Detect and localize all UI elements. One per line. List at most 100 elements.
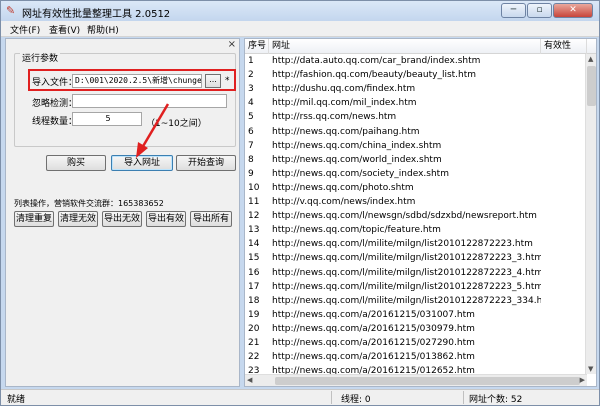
close-button[interactable]: ✕ — [553, 3, 593, 18]
table-row[interactable]: 17 http://news.qq.com/l/milite/milgn/list… — [245, 280, 587, 294]
cell-index: 3 — [248, 84, 254, 95]
threads-label: 线程数量： — [32, 117, 78, 127]
url-table: 序号 网址 有效性 1 http://data.auto.qq.com/car_b… — [244, 38, 597, 387]
header-valid[interactable]: 有效性 — [541, 39, 587, 54]
cell-url: http://news.qq.com/photo.shtm — [272, 182, 414, 193]
table-row[interactable]: 23 http://news.qq.com/a/20161215/012652.h… — [245, 364, 587, 374]
table-row[interactable]: 18 http://news.qq.com/l/milite/milgn/list… — [245, 294, 587, 308]
cell-index: 5 — [248, 112, 254, 123]
cell-url: http://news.qq.com/a/20161215/012652.htm — [272, 366, 475, 374]
cell-index: 8 — [248, 154, 254, 165]
menu-bar: 文件(F) 查看(V) 帮助(H) — [1, 21, 599, 37]
cell-index: 7 — [248, 140, 254, 151]
cell-valid — [541, 336, 587, 350]
table-row[interactable]: 13 http://news.qq.com/topic/feature.htm — [245, 223, 587, 237]
cell-url: http://news.qq.com/l/milite/milgn/list20… — [272, 239, 533, 250]
cell-index: 10 — [248, 182, 260, 193]
threads-input[interactable]: 5 — [72, 112, 142, 126]
table-row[interactable]: 21 http://news.qq.com/a/20161215/027290.h… — [245, 336, 587, 350]
cell-valid — [541, 237, 587, 251]
cell-index: 2 — [248, 70, 254, 81]
header-index[interactable]: 序号 — [245, 39, 269, 54]
table-row[interactable]: 4 http://mil.qq.com/mil_index.htm — [245, 96, 587, 110]
buy-button[interactable]: 购买 — [46, 155, 106, 171]
cell-index: 18 — [248, 295, 260, 306]
scroll-up-icon[interactable]: ▲ — [588, 55, 593, 63]
horizontal-scrollbar[interactable]: ◀ ▶ — [245, 374, 587, 386]
horizontal-scroll-thumb[interactable] — [275, 377, 580, 385]
table-row[interactable]: 8 http://news.qq.com/world_index.shtm — [245, 153, 587, 167]
start-query-button[interactable]: 开始查询 — [176, 155, 236, 171]
menu-file[interactable]: 文件(F) — [10, 23, 40, 36]
table-row[interactable]: 14 http://news.qq.com/l/milite/milgn/list… — [245, 237, 587, 251]
vertical-scrollbar[interactable]: ▲ ▼ — [585, 54, 596, 374]
cell-valid — [541, 266, 587, 280]
cell-index: 11 — [248, 197, 260, 207]
table-header: 序号 网址 有效性 — [245, 39, 596, 54]
cell-index: 19 — [248, 309, 260, 320]
table-row[interactable]: 2 http://fashion.qq.com/beauty/beauty_lis… — [245, 68, 587, 82]
cell-url: http://v.qq.com/news/index.htm — [272, 197, 416, 207]
cell-url: http://news.qq.com/a/20161215/013862.htm — [272, 352, 475, 363]
table-row[interactable]: 11 http://v.qq.com/news/index.htm — [245, 195, 587, 209]
table-row[interactable]: 16 http://news.qq.com/l/milite/milgn/list… — [245, 266, 587, 280]
scroll-left-icon[interactable]: ◀ — [247, 376, 252, 384]
cell-index: 6 — [248, 126, 254, 137]
table-row[interactable]: 5 http://rss.qq.com/news.htm — [245, 110, 587, 124]
cell-valid — [541, 181, 587, 195]
cell-valid — [541, 251, 587, 265]
export-valid-button[interactable]: 导出有效 — [146, 211, 186, 227]
header-url[interactable]: 网址 — [269, 39, 541, 54]
cell-url: http://mil.qq.com/mil_index.htm — [272, 98, 417, 109]
cell-index: 22 — [248, 352, 260, 363]
title-bar[interactable]: ✎ 网址有效性批量整理工具 2.0512 ─ ▫ ✕ — [1, 1, 599, 21]
table-row[interactable]: 6 http://news.qq.com/paihang.htm — [245, 125, 587, 139]
menu-view[interactable]: 查看(V) — [49, 23, 80, 36]
table-row[interactable]: 12 http://news.qq.com/l/newsgn/sdbd/sdzxb… — [245, 209, 587, 223]
cell-url: http://news.qq.com/l/milite/milgn/list20… — [272, 281, 541, 292]
cell-valid — [541, 350, 587, 364]
table-row[interactable]: 1 http://data.auto.qq.com/car_brand/index… — [245, 54, 587, 68]
cell-valid — [541, 110, 587, 124]
vertical-scroll-thumb[interactable] — [587, 66, 596, 106]
cell-index: 4 — [248, 98, 254, 109]
cell-index: 15 — [248, 253, 260, 264]
scroll-down-icon[interactable]: ▼ — [588, 365, 593, 373]
cell-url: http://news.qq.com/a/20161215/030979.htm — [272, 323, 475, 334]
table-row[interactable]: 10 http://news.qq.com/photo.shtm — [245, 181, 587, 195]
threads-hint: （1~10之间） — [146, 119, 207, 129]
ignore-input[interactable] — [72, 94, 227, 108]
cell-valid — [541, 223, 587, 237]
import-urls-button[interactable]: 导入网址 — [111, 155, 173, 171]
cell-index: 23 — [248, 366, 260, 374]
table-row[interactable]: 20 http://news.qq.com/a/20161215/030979.h… — [245, 322, 587, 336]
menu-help[interactable]: 帮助(H) — [87, 23, 119, 36]
maximize-button[interactable]: ▫ — [527, 3, 552, 18]
scroll-right-icon[interactable]: ▶ — [580, 376, 585, 384]
cell-url: http://dushu.qq.com/findex.htm — [272, 84, 416, 95]
minimize-button[interactable]: ─ — [501, 3, 526, 18]
table-row[interactable]: 15 http://news.qq.com/l/milite/milgn/list… — [245, 251, 587, 265]
clear-invalid-button[interactable]: 清理无效 — [58, 211, 98, 227]
table-row[interactable]: 7 http://news.qq.com/china_index.shtm — [245, 139, 587, 153]
list-ops-label: 列表操作，营销软件交流群：165383652 — [14, 199, 164, 208]
cell-url: http://fashion.qq.com/beauty/beauty_list… — [272, 70, 477, 81]
window-controls: ─ ▫ ✕ — [500, 3, 593, 18]
clear-duplicates-button[interactable]: 清理重复 — [14, 211, 54, 227]
table-row[interactable]: 9 http://news.qq.com/society_index.shtm — [245, 167, 587, 181]
cell-index: 20 — [248, 323, 260, 334]
cell-url: http://rss.qq.com/news.htm — [272, 112, 397, 123]
table-row[interactable]: 19 http://news.qq.com/a/20161215/031007.h… — [245, 308, 587, 322]
status-bar: 就绪 线程: 0 网址个数: 52 — [1, 389, 599, 405]
table-row[interactable]: 3 http://dushu.qq.com/findex.htm — [245, 82, 587, 96]
cell-url: http://news.qq.com/l/newsgn/sdbd/sdzxbd/… — [272, 211, 537, 222]
pane-close-icon[interactable]: × — [228, 39, 236, 50]
cell-valid — [541, 308, 587, 322]
cell-index: 13 — [248, 225, 260, 236]
status-threads: 线程: 0 — [341, 395, 371, 405]
export-invalid-button[interactable]: 导出无效 — [102, 211, 142, 227]
app-logo-icon: ✎ — [6, 4, 16, 17]
table-row[interactable]: 22 http://news.qq.com/a/20161215/013862.h… — [245, 350, 587, 364]
window-title: 网址有效性批量整理工具 2.0512 — [22, 9, 171, 20]
export-all-button[interactable]: 导出所有 — [190, 211, 232, 227]
